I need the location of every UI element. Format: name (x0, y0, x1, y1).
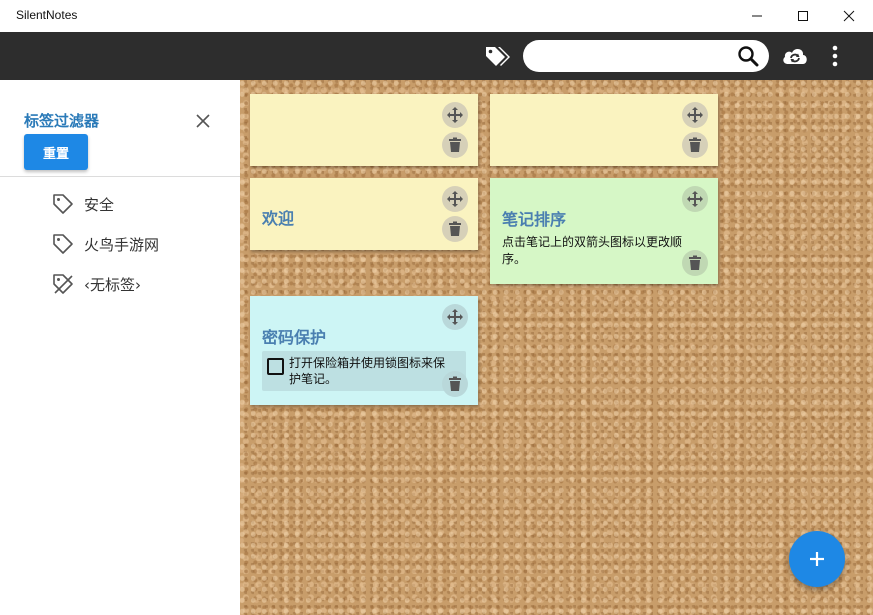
note-title: 笔记排序 (502, 210, 567, 229)
move-note-button[interactable] (442, 304, 468, 330)
move-icon (447, 191, 463, 207)
sidebar-tag-item[interactable]: 火鸟手游网 (52, 232, 159, 256)
title-bar: SilentNotes (0, 0, 873, 32)
search-input[interactable] (537, 46, 733, 66)
tag-icon (52, 193, 74, 215)
tag-label: 安全 (84, 195, 115, 214)
tag-label: ‹无标签› (84, 275, 141, 294)
checklist-item: 打开保险箱并使用锁图标来保护笔记。 (262, 351, 466, 391)
trash-icon (449, 137, 461, 152)
search-icon (738, 46, 759, 67)
window-title: SilentNotes (16, 8, 78, 22)
move-note-button[interactable] (682, 102, 708, 128)
delete-note-button[interactable] (442, 216, 468, 242)
trash-icon (689, 255, 701, 270)
close-icon (196, 114, 210, 128)
move-note-button[interactable] (442, 186, 468, 212)
reset-button[interactable]: 重置 (24, 134, 88, 170)
more-menu-button[interactable] (822, 40, 848, 72)
move-icon (447, 309, 463, 325)
minimize-button[interactable] (734, 0, 780, 32)
sidebar-tag-item[interactable]: 安全 (52, 192, 114, 216)
cloud-sync-icon (783, 49, 807, 64)
move-icon (687, 107, 703, 123)
tag-filter-button[interactable] (480, 40, 514, 72)
delete-note-button[interactable] (442, 371, 468, 397)
note-card[interactable]: 密码保护 打开保险箱并使用锁图标来保护笔记。 (250, 296, 478, 405)
add-note-button[interactable] (789, 531, 845, 587)
maximize-icon (798, 11, 808, 21)
delete-note-button[interactable] (682, 132, 708, 158)
sync-button[interactable] (778, 40, 812, 72)
sidebar-tag-item[interactable]: ‹无标签› (52, 272, 141, 296)
toolbar (0, 32, 873, 80)
move-icon (447, 107, 463, 123)
sidebar-divider (0, 176, 240, 177)
tag-label: 火鸟手游网 (84, 235, 160, 254)
trash-icon (689, 137, 701, 152)
maximize-button[interactable] (780, 0, 826, 32)
sidebar-title: 标签过滤器 (24, 112, 100, 130)
trash-icon (449, 376, 461, 391)
delete-note-button[interactable] (682, 250, 708, 276)
tag-icon (52, 233, 74, 255)
trash-icon (449, 221, 461, 236)
tag-filter-sidebar: 标签过滤器 重置 安全 火鸟手游网 ‹无标签› (0, 80, 240, 615)
note-title: 密码保护 (262, 328, 327, 347)
delete-note-button[interactable] (442, 132, 468, 158)
close-window-button[interactable] (826, 0, 872, 32)
note-card[interactable]: 欢迎 (250, 178, 478, 250)
note-card[interactable] (490, 94, 718, 166)
search-button[interactable] (737, 45, 759, 67)
checklist-checkbox[interactable] (267, 358, 284, 375)
move-note-button[interactable] (442, 102, 468, 128)
note-card[interactable] (250, 94, 478, 166)
tags-icon (486, 47, 510, 66)
plus-icon (810, 552, 824, 566)
note-card[interactable]: 笔记排序 点击笔记上的双箭头图标以更改顺序。 (490, 178, 718, 284)
search-box[interactable] (523, 40, 769, 72)
note-title: 欢迎 (262, 209, 295, 228)
checklist-text: 打开保险箱并使用锁图标来保护笔记。 (289, 356, 446, 386)
move-icon (687, 191, 703, 207)
move-note-button[interactable] (682, 186, 708, 212)
tag-off-icon (52, 273, 74, 295)
close-icon (843, 10, 855, 22)
more-vertical-icon (832, 45, 838, 67)
sidebar-close-button[interactable] (192, 110, 214, 132)
note-body: 点击笔记上的双箭头图标以更改顺序。 (502, 235, 683, 266)
minimize-icon (752, 15, 762, 17)
